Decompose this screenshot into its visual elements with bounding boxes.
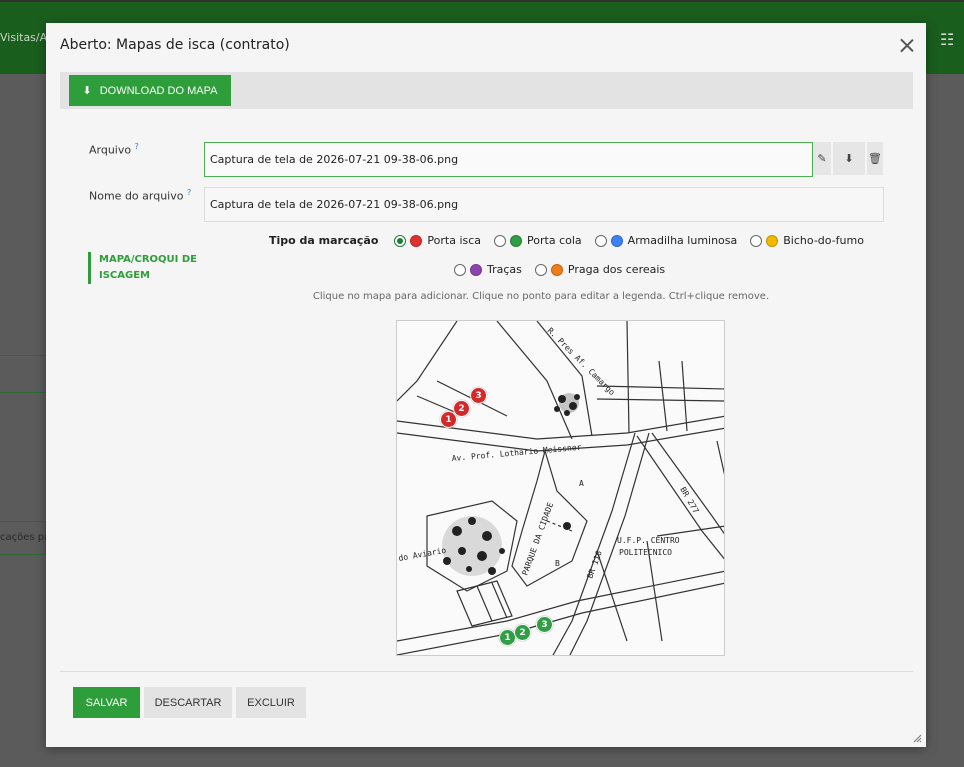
purple-dot-icon xyxy=(470,263,482,276)
option-label: Armadilha luminosa xyxy=(627,234,738,247)
download-icon: ⬇ xyxy=(82,85,92,97)
map-marker[interactable]: 3 xyxy=(536,616,553,633)
radio-praga-dos-cereais[interactable] xyxy=(534,263,547,276)
nome-arquivo-label: Nome do arquivo ? xyxy=(89,188,191,203)
edit-file-button[interactable]: ✎ xyxy=(813,142,831,175)
delete-file-button[interactable]: 🗑 xyxy=(867,142,883,175)
radio-armadilha-luminosa[interactable] xyxy=(594,234,607,247)
option-porta-cola[interactable]: Porta cola xyxy=(494,234,582,247)
map-marker[interactable]: 2 xyxy=(453,400,470,417)
map-label: do Aviario xyxy=(398,546,447,563)
marking-type-title: Tipo da marcação xyxy=(269,234,379,247)
map-hint: Clique no mapa para adicionar. Clique no… xyxy=(312,291,770,302)
download-map-button[interactable]: ⬇ DOWNLOAD DO MAPA xyxy=(69,75,231,106)
discard-button[interactable]: DESCARTAR xyxy=(144,687,232,718)
map-label: R. Pres Af. Camargo xyxy=(546,326,617,397)
help-icon[interactable]: ? xyxy=(187,188,191,197)
trash-icon: 🗑 xyxy=(868,152,882,165)
bait-map-canvas[interactable]: Av. Prof. Lothario Meissner PARQUE DA CI… xyxy=(396,320,725,656)
map-label: A xyxy=(579,479,584,488)
map-label: PARQUE DA CIDADE xyxy=(520,501,555,577)
option-label: Porta isca xyxy=(427,234,482,247)
option-tracas[interactable]: Traças xyxy=(454,263,522,276)
map-marker[interactable]: 3 xyxy=(470,387,487,404)
resize-handle-icon[interactable] xyxy=(912,733,922,743)
nome-arquivo-field[interactable]: Captura de tela de 2026-07-21 09-38-06.p… xyxy=(204,187,884,222)
arquivo-label: Arquivo ? xyxy=(89,142,139,157)
bg-field-text: cações pa xyxy=(0,532,51,543)
marking-type-row: Tipo da marcação Porta isca Porta cola A… xyxy=(269,234,877,247)
green-dot-icon xyxy=(510,234,523,247)
map-label: Av. Prof. Lothario Meissner xyxy=(451,443,582,463)
bg-divider xyxy=(0,355,46,356)
paint-roller-icon[interactable]: ☷ xyxy=(940,30,954,49)
option-praga-dos-cereais[interactable]: Praga dos cereais xyxy=(534,263,666,276)
footer-divider xyxy=(60,671,913,672)
arquivo-label-text: Arquivo xyxy=(89,143,132,157)
map-label: B xyxy=(555,559,560,568)
map-label: POLITECNICO xyxy=(619,548,672,557)
orange-dot-icon xyxy=(550,263,563,276)
download-icon: ⬇ xyxy=(844,152,854,165)
help-icon[interactable]: ? xyxy=(135,142,139,151)
option-label: Bicho-do-fumo xyxy=(783,234,864,247)
blue-dot-icon xyxy=(610,234,623,247)
map-label: U.F.P. CENTRO xyxy=(617,536,680,545)
radio-porta-cola[interactable] xyxy=(494,234,507,247)
map-marker[interactable]: 2 xyxy=(514,624,531,641)
breadcrumb: Visitas/A xyxy=(0,31,48,44)
option-bicho-do-fumo[interactable]: Bicho-do-fumo xyxy=(750,234,864,247)
save-button[interactable]: SALVAR xyxy=(73,687,140,718)
option-porta-isca[interactable]: Porta isca xyxy=(394,234,481,247)
download-file-button[interactable]: ⬇ xyxy=(833,142,865,175)
yellow-dot-icon xyxy=(766,234,779,247)
radio-tracas[interactable] xyxy=(454,263,466,276)
close-icon[interactable] xyxy=(898,37,916,55)
modal-title: Aberto: Mapas de isca (contrato) xyxy=(60,37,290,53)
download-map-label: DOWNLOAD DO MAPA xyxy=(99,84,218,97)
option-label: Porta cola xyxy=(527,234,582,247)
option-label: Praga dos cereais xyxy=(567,263,666,276)
arquivo-field[interactable]: Captura de tela de 2026-07-21 09-38-06.p… xyxy=(204,142,813,177)
delete-button[interactable]: EXCLUIR xyxy=(236,687,306,718)
modal-dialog: Aberto: Mapas de isca (contrato) ⬇ DOWNL… xyxy=(46,23,926,747)
option-armadilha-luminosa[interactable]: Armadilha luminosa xyxy=(594,234,738,247)
marking-type-row-2: Traças Praga dos cereais xyxy=(454,263,678,276)
pencil-icon: ✎ xyxy=(817,152,827,165)
option-label: Traças xyxy=(487,263,522,276)
nome-arquivo-label-text: Nome do arquivo xyxy=(89,189,184,203)
section-label: MAPA/CROQUI DE ISCAGEM xyxy=(88,252,198,284)
modal-toolbar: ⬇ DOWNLOAD DO MAPA xyxy=(60,72,913,109)
bg-divider xyxy=(0,392,46,393)
radio-bicho-do-fumo[interactable] xyxy=(750,234,763,247)
red-dot-icon xyxy=(410,234,423,247)
radio-porta-isca[interactable] xyxy=(394,234,407,247)
map-drawing: Av. Prof. Lothario Meissner PARQUE DA CI… xyxy=(397,321,724,655)
